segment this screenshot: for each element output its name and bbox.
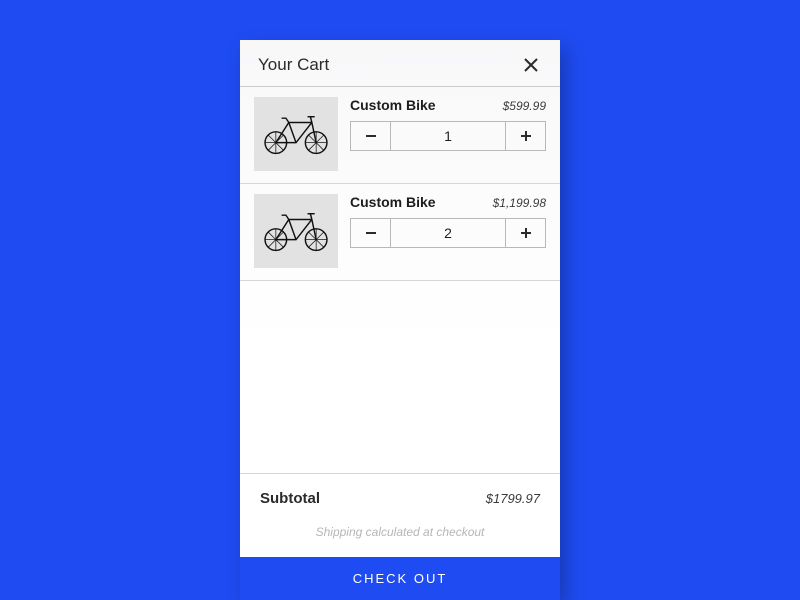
- subtotal-row: Subtotal $1799.97: [260, 490, 540, 507]
- item-body: Custom Bike $1,199.98 2: [350, 194, 546, 268]
- cart-panel: Your Cart: [240, 40, 560, 600]
- bike-icon: [260, 207, 332, 255]
- subtotal-section: Subtotal $1799.97 Shipping calculated at…: [240, 473, 560, 557]
- plus-icon: [520, 130, 532, 142]
- item-price: $599.99: [503, 99, 546, 113]
- subtotal-value: $1799.97: [486, 491, 540, 506]
- item-top-row: Custom Bike $1,199.98: [350, 194, 546, 210]
- cart-items: Custom Bike $599.99 1: [240, 87, 560, 281]
- item-thumbnail: [254, 194, 338, 268]
- quantity-stepper: 2: [350, 218, 546, 248]
- cart-item: Custom Bike $599.99 1: [240, 87, 560, 184]
- bike-icon: [260, 110, 332, 158]
- item-top-row: Custom Bike $599.99: [350, 97, 546, 113]
- shipping-note: Shipping calculated at checkout: [260, 525, 540, 539]
- checkout-button[interactable]: CHECK OUT: [240, 557, 560, 600]
- close-icon: [524, 58, 538, 72]
- minus-icon: [365, 227, 377, 239]
- decrement-button[interactable]: [351, 122, 391, 150]
- subtotal-label: Subtotal: [260, 490, 320, 507]
- item-name: Custom Bike: [350, 97, 436, 113]
- decrement-button[interactable]: [351, 219, 391, 247]
- close-button[interactable]: [520, 54, 542, 76]
- quantity-stepper: 1: [350, 121, 546, 151]
- item-thumbnail: [254, 97, 338, 171]
- item-price: $1,199.98: [493, 196, 546, 210]
- item-name: Custom Bike: [350, 194, 436, 210]
- cart-item: Custom Bike $1,199.98 2: [240, 184, 560, 281]
- quantity-value: 1: [391, 122, 505, 150]
- increment-button[interactable]: [505, 219, 545, 247]
- cart-title: Your Cart: [258, 55, 329, 75]
- spacer: [240, 281, 560, 473]
- quantity-value: 2: [391, 219, 505, 247]
- minus-icon: [365, 130, 377, 142]
- cart-header: Your Cart: [240, 40, 560, 87]
- item-body: Custom Bike $599.99 1: [350, 97, 546, 171]
- plus-icon: [520, 227, 532, 239]
- increment-button[interactable]: [505, 122, 545, 150]
